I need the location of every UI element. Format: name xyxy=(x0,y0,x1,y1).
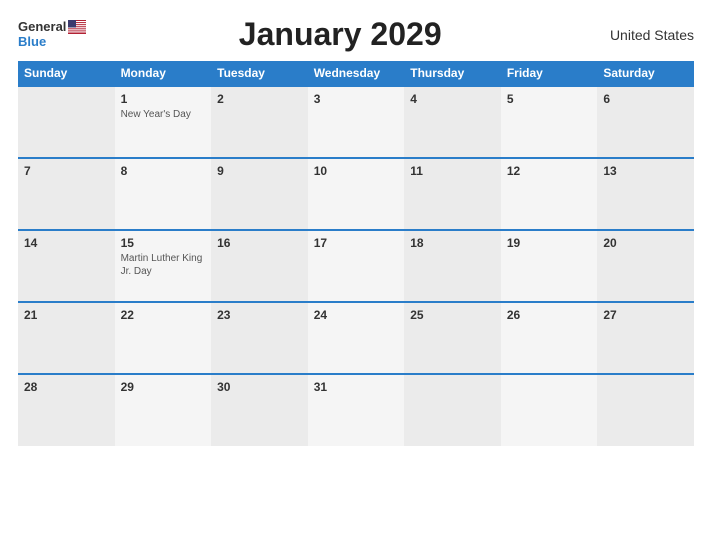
calendar-cell: 8 xyxy=(115,158,212,230)
calendar-cell: 15 Martin Luther King Jr. Day xyxy=(115,230,212,302)
day-number: 30 xyxy=(217,380,302,394)
calendar-cell: 10 xyxy=(308,158,405,230)
calendar-cell: 13 xyxy=(597,158,694,230)
calendar-week-row: 21 22 23 24 25 26 27 xyxy=(18,302,694,374)
calendar-cell: 11 xyxy=(404,158,501,230)
calendar-cell: 25 xyxy=(404,302,501,374)
weekday-row: Sunday Monday Tuesday Wednesday Thursday… xyxy=(18,61,694,86)
calendar-cell: 16 xyxy=(211,230,308,302)
day-number: 14 xyxy=(24,236,109,250)
col-monday: Monday xyxy=(115,61,212,86)
calendar-week-row: 14 15 Martin Luther King Jr. Day 16 17 18 19 20 xyxy=(18,230,694,302)
holiday-label: New Year's Day xyxy=(121,108,206,121)
country-label: United States xyxy=(594,27,694,43)
logo: General Blue xyxy=(18,20,86,49)
calendar-week-row: 789 10 11 12 13 xyxy=(18,158,694,230)
calendar-cell xyxy=(18,86,115,158)
calendar-cell: 19 xyxy=(501,230,598,302)
day-number: 24 xyxy=(314,308,399,322)
day-number: 4 xyxy=(410,92,495,106)
calendar-cell: 31 xyxy=(308,374,405,446)
calendar-cell xyxy=(404,374,501,446)
day-number: 22 xyxy=(121,308,206,322)
day-number: 20 xyxy=(603,236,688,250)
calendar-cell: 22 xyxy=(115,302,212,374)
calendar-cell: 3 xyxy=(308,86,405,158)
calendar-cell: 27 xyxy=(597,302,694,374)
day-number: 18 xyxy=(410,236,495,250)
calendar-body: 1New Year's Day23456789101112131415Marti… xyxy=(18,86,694,446)
calendar-page: General Blue January 2029 United States … xyxy=(0,0,712,550)
day-number: 25 xyxy=(410,308,495,322)
day-number: 9 xyxy=(217,164,302,178)
logo-flag-icon xyxy=(68,20,86,34)
day-number: 31 xyxy=(314,380,399,394)
calendar-cell: 24 xyxy=(308,302,405,374)
calendar-cell: 29 xyxy=(115,374,212,446)
col-wednesday: Wednesday xyxy=(308,61,405,86)
day-number: 17 xyxy=(314,236,399,250)
calendar-cell: 2 xyxy=(211,86,308,158)
calendar-cell: 26 xyxy=(501,302,598,374)
day-number: 27 xyxy=(603,308,688,322)
calendar-cell: 23 xyxy=(211,302,308,374)
day-number: 3 xyxy=(314,92,399,106)
page-title: January 2029 xyxy=(86,16,594,53)
day-number: 13 xyxy=(603,164,688,178)
calendar-cell xyxy=(501,374,598,446)
day-number: 26 xyxy=(507,308,592,322)
day-number: 11 xyxy=(410,164,495,178)
calendar-cell: 9 xyxy=(211,158,308,230)
day-number: 10 xyxy=(314,164,399,178)
calendar-cell: 12 xyxy=(501,158,598,230)
col-sunday: Sunday xyxy=(18,61,115,86)
day-number: 19 xyxy=(507,236,592,250)
logo-blue-text: Blue xyxy=(18,35,46,49)
calendar-cell: 7 xyxy=(18,158,115,230)
calendar-week-row: 1 New Year's Day 23456 xyxy=(18,86,694,158)
calendar-cell: 17 xyxy=(308,230,405,302)
calendar-table: Sunday Monday Tuesday Wednesday Thursday… xyxy=(18,61,694,446)
calendar-cell: 20 xyxy=(597,230,694,302)
calendar-cell: 30 xyxy=(211,374,308,446)
day-number: 28 xyxy=(24,380,109,394)
day-number: 12 xyxy=(507,164,592,178)
col-saturday: Saturday xyxy=(597,61,694,86)
calendar-header: Sunday Monday Tuesday Wednesday Thursday… xyxy=(18,61,694,86)
col-tuesday: Tuesday xyxy=(211,61,308,86)
calendar-cell: 5 xyxy=(501,86,598,158)
day-number: 21 xyxy=(24,308,109,322)
calendar-cell: 1 New Year's Day xyxy=(115,86,212,158)
logo-general-text: General xyxy=(18,20,66,34)
day-number: 23 xyxy=(217,308,302,322)
day-number: 5 xyxy=(507,92,592,106)
holiday-label: Martin Luther King Jr. Day xyxy=(121,252,206,278)
calendar-week-row: 28 29 30 31 xyxy=(18,374,694,446)
calendar-cell: 6 xyxy=(597,86,694,158)
col-friday: Friday xyxy=(501,61,598,86)
day-number: 16 xyxy=(217,236,302,250)
calendar-cell: 14 xyxy=(18,230,115,302)
header: General Blue January 2029 United States xyxy=(18,16,694,53)
day-number: 29 xyxy=(121,380,206,394)
calendar-cell: 4 xyxy=(404,86,501,158)
calendar-cell: 18 xyxy=(404,230,501,302)
calendar-cell: 28 xyxy=(18,374,115,446)
day-number: 1 xyxy=(121,92,206,106)
day-number: 15 xyxy=(121,236,206,250)
day-number: 2 xyxy=(217,92,302,106)
col-thursday: Thursday xyxy=(404,61,501,86)
calendar-cell: 21 xyxy=(18,302,115,374)
day-number: 8 xyxy=(121,164,206,178)
day-number: 7 xyxy=(24,164,109,178)
calendar-cell xyxy=(597,374,694,446)
day-number: 6 xyxy=(603,92,688,106)
